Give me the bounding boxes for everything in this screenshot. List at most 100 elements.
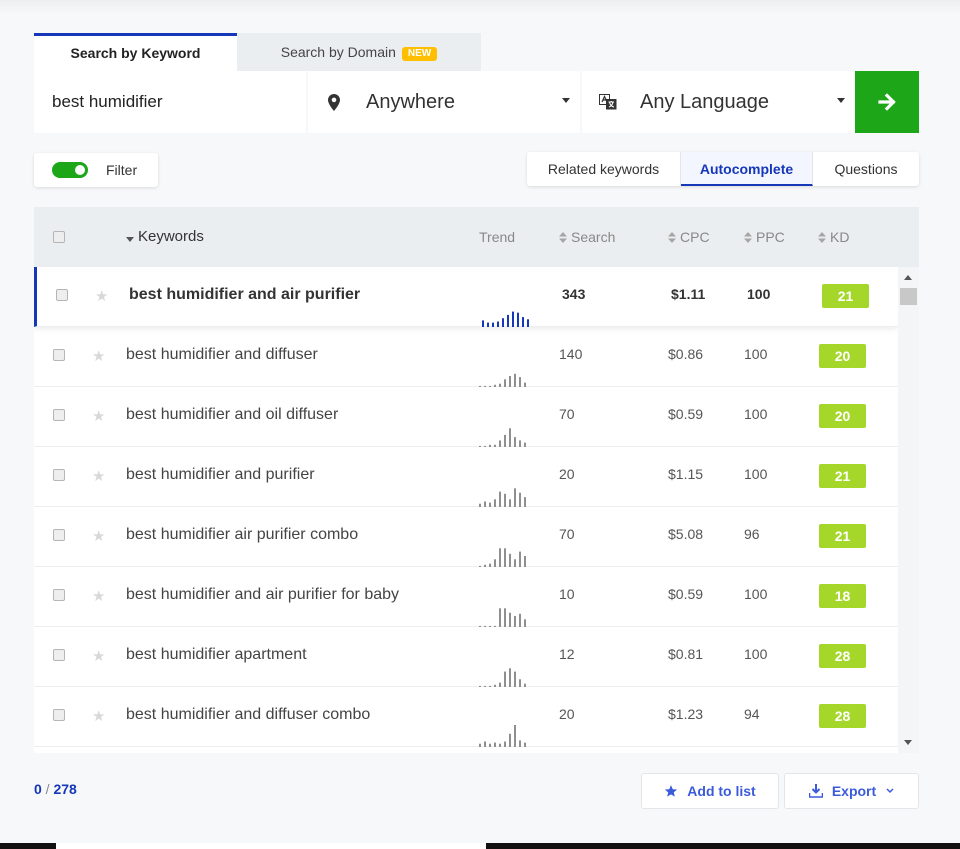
trend-bar xyxy=(517,312,519,327)
row-checkbox[interactable] xyxy=(56,289,68,301)
trend-bar xyxy=(502,318,504,327)
toggle-knob xyxy=(75,165,85,175)
search-value: 140 xyxy=(559,346,583,362)
top-shade xyxy=(0,0,960,14)
trend-bar xyxy=(504,608,506,627)
selection-count: 0 / 278 xyxy=(34,781,77,797)
tab-related-keywords[interactable]: Related keywords xyxy=(527,152,681,186)
search-go-button[interactable] xyxy=(855,71,919,133)
tab-questions[interactable]: Questions xyxy=(813,152,919,186)
table-row[interactable]: ★ best humidifier and purifier 20 $1.15 100 2… xyxy=(34,447,898,507)
filter-toggle[interactable]: Filter xyxy=(34,153,158,187)
trend-bar xyxy=(509,612,511,627)
trend-sparkline xyxy=(479,373,526,387)
ppc-value: 100 xyxy=(744,346,768,362)
column-label: Keywords xyxy=(138,228,204,245)
trend-bar xyxy=(492,322,494,327)
table-row[interactable]: ★ best humidifier and air purifier 343 $1.1… xyxy=(34,267,898,327)
trend-sparkline xyxy=(479,428,526,447)
table-scrollbar[interactable] xyxy=(898,267,919,753)
keyword-text[interactable]: best humidifier and air purifier for bab… xyxy=(126,586,399,604)
table-row[interactable]: ★ best humidifier apartment 12 $0.81 100 28 xyxy=(34,627,898,687)
star-icon[interactable]: ★ xyxy=(92,707,105,725)
trend-sparkline xyxy=(482,311,529,327)
ppc-value: 100 xyxy=(744,466,768,482)
star-icon[interactable]: ★ xyxy=(92,647,105,665)
kd-badge: 18 xyxy=(819,584,866,608)
row-checkbox[interactable] xyxy=(53,469,65,481)
column-header-search[interactable]: Search xyxy=(559,207,615,267)
row-checkbox[interactable] xyxy=(53,529,65,541)
trend-sparkline xyxy=(479,548,526,567)
trend-bar xyxy=(524,742,526,747)
scroll-down-icon[interactable] xyxy=(904,740,912,745)
ppc-value: 100 xyxy=(744,406,768,422)
trend-bar xyxy=(499,548,501,567)
trend-bar xyxy=(522,317,524,327)
tab-search-by-keyword[interactable]: Search by Keyword xyxy=(34,33,237,71)
column-header-ppc[interactable]: PPC xyxy=(744,207,785,267)
trend-bar xyxy=(499,491,501,507)
column-header-keywords[interactable]: Keywords xyxy=(126,207,204,267)
trend-bar xyxy=(519,613,521,627)
bottom-bar xyxy=(0,843,960,849)
sort-updown-icon xyxy=(668,232,676,243)
keyword-text[interactable]: best humidifier air purifier combo xyxy=(126,526,358,544)
search-value: 70 xyxy=(559,526,575,542)
column-header-cpc[interactable]: CPC xyxy=(668,207,710,267)
keyword-text[interactable]: best humidifier and oil diffuser xyxy=(126,406,338,424)
table-row[interactable]: ★ best humidifier and diffuser 140 $0.86 100… xyxy=(34,327,898,387)
toggle-switch[interactable] xyxy=(52,162,88,178)
tab-label: Search by Keyword xyxy=(70,45,201,61)
trend-sparkline xyxy=(479,608,526,627)
star-icon[interactable]: ★ xyxy=(92,587,105,605)
search-value: 12 xyxy=(559,646,575,662)
keyword-text[interactable]: best humidifier and diffuser xyxy=(126,346,318,364)
scroll-thumb[interactable] xyxy=(900,288,917,305)
column-header-kd[interactable]: KD xyxy=(818,207,849,267)
search-bar: Anywhere Any Language xyxy=(34,71,919,133)
star-icon[interactable]: ★ xyxy=(92,407,105,425)
star-icon[interactable]: ★ xyxy=(92,527,105,545)
trend-bar xyxy=(514,373,516,387)
export-button[interactable]: Export xyxy=(784,773,919,809)
keyword-input[interactable] xyxy=(34,71,306,133)
keyword-text[interactable]: best humidifier and purifier xyxy=(126,466,315,484)
star-icon[interactable]: ★ xyxy=(92,347,105,365)
row-checkbox[interactable] xyxy=(53,409,65,421)
cpc-value: $0.81 xyxy=(668,646,704,662)
scroll-up-icon[interactable] xyxy=(904,275,912,280)
sort-updown-icon xyxy=(559,232,567,243)
table-row[interactable]: ★ best humidifier and air purifier for ba… xyxy=(34,567,898,627)
trend-bar xyxy=(494,499,496,507)
language-select[interactable]: Any Language xyxy=(582,71,855,133)
trend-bar xyxy=(514,671,516,687)
row-checkbox[interactable] xyxy=(53,649,65,661)
keyword-text[interactable]: best humidifier and air purifier xyxy=(129,286,360,304)
sort-down-icon xyxy=(126,237,134,242)
select-all-checkbox[interactable] xyxy=(53,231,65,243)
add-to-list-button[interactable]: Add to list xyxy=(641,773,779,809)
table-row[interactable]: ★ best humidifier and oil diffuser 70 $0.59… xyxy=(34,387,898,447)
keyword-text[interactable]: best humidifier apartment xyxy=(126,646,307,664)
trend-bar xyxy=(519,377,521,387)
keyword-text[interactable]: best humidifier and diffuser combo xyxy=(126,706,370,724)
ppc-value: 94 xyxy=(744,706,760,722)
row-checkbox[interactable] xyxy=(53,589,65,601)
star-icon[interactable]: ★ xyxy=(95,287,108,305)
table-row[interactable]: ★ best humidifier air purifier combo 70 $5.… xyxy=(34,507,898,567)
tab-autocomplete[interactable]: Autocomplete xyxy=(681,152,813,186)
star-icon[interactable]: ★ xyxy=(92,467,105,485)
row-checkbox[interactable] xyxy=(53,709,65,721)
table-row[interactable]: ★ best humidifier and diffuser combo 20 $1.… xyxy=(34,687,898,747)
tab-search-by-domain[interactable]: Search by Domain NEW xyxy=(237,33,481,71)
trend-bar xyxy=(509,668,511,687)
cpc-value: $5.08 xyxy=(668,526,704,542)
row-checkbox[interactable] xyxy=(53,349,65,361)
view-tabs: Related keywords Autocomplete Questions xyxy=(527,152,919,186)
new-badge: NEW xyxy=(401,47,438,61)
trend-bar xyxy=(497,321,499,327)
selected-count: 0 xyxy=(34,781,42,797)
trend-bar xyxy=(527,319,529,327)
location-select[interactable]: Anywhere xyxy=(308,71,580,133)
